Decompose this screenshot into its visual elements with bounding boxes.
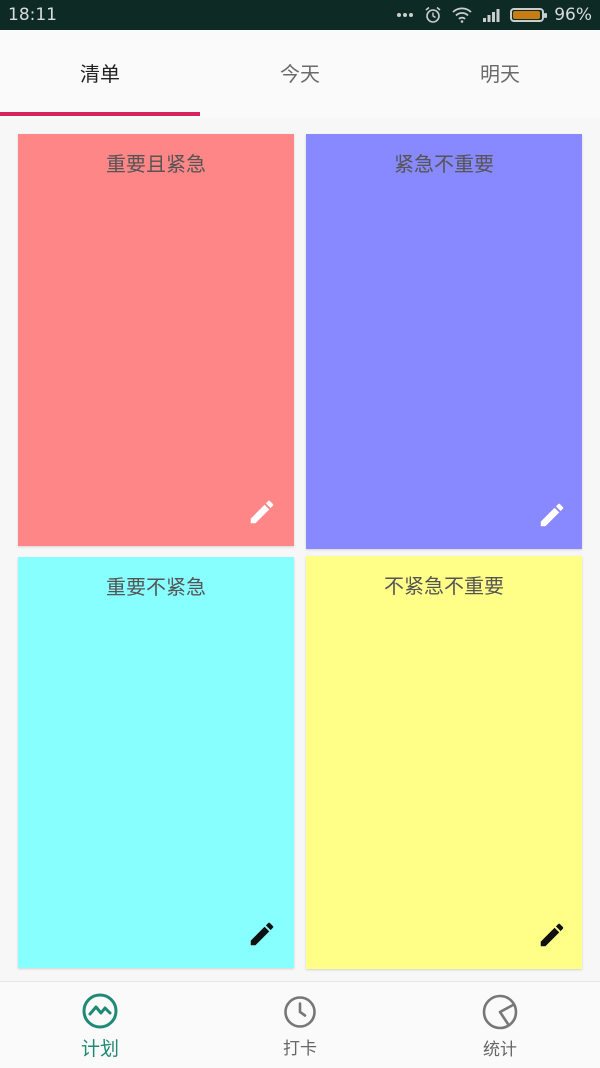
tab-bar: 清单 今天 明天 bbox=[0, 30, 600, 118]
tab-today[interactable]: 今天 bbox=[200, 30, 400, 118]
battery-percent: 96% bbox=[554, 5, 592, 25]
nav-plan-label: 计划 bbox=[80, 1037, 119, 1060]
pencil-icon bbox=[247, 919, 277, 953]
quadrant-urgent-not-important[interactable]: 紧急不重要 bbox=[306, 134, 582, 549]
status-bar: 18:11 96% bbox=[0, 0, 600, 30]
tab-list[interactable]: 清单 bbox=[0, 30, 200, 118]
status-icons: 96% bbox=[396, 5, 592, 25]
bottom-navigation: 计划 打卡 统计 bbox=[0, 981, 600, 1068]
quadrant-title: 重要不紧急 bbox=[106, 575, 206, 599]
edit-button[interactable] bbox=[244, 496, 280, 532]
nav-plan[interactable]: 计划 bbox=[0, 982, 200, 1068]
nav-stats[interactable]: 统计 bbox=[400, 982, 600, 1068]
quadrant-important-not-urgent[interactable]: 重要不紧急 bbox=[18, 557, 294, 968]
wifi-icon bbox=[452, 7, 472, 23]
quadrant-important-urgent[interactable]: 重要且紧急 bbox=[18, 134, 294, 546]
edit-button[interactable] bbox=[534, 919, 570, 955]
nav-checkin-label: 打卡 bbox=[283, 1038, 317, 1059]
alarm-icon bbox=[424, 6, 442, 24]
clock-icon bbox=[282, 994, 318, 1034]
quadrant-title: 紧急不重要 bbox=[394, 152, 494, 176]
quadrant-title: 不紧急不重要 bbox=[384, 574, 504, 598]
edit-button[interactable] bbox=[534, 499, 570, 535]
tab-indicator bbox=[0, 112, 200, 116]
nav-stats-label: 统计 bbox=[483, 1039, 517, 1060]
status-time: 18:11 bbox=[8, 5, 57, 25]
signal-icon bbox=[482, 8, 500, 22]
trend-icon bbox=[81, 992, 119, 1034]
tab-tomorrow[interactable]: 明天 bbox=[400, 30, 600, 118]
quadrant-title: 重要且紧急 bbox=[106, 152, 206, 176]
pencil-icon bbox=[537, 920, 567, 954]
pie-chart-icon bbox=[481, 993, 519, 1035]
battery-icon bbox=[510, 8, 548, 22]
quadrant-not-urgent-not-important[interactable]: 不紧急不重要 bbox=[306, 556, 582, 969]
edit-button[interactable] bbox=[244, 918, 280, 954]
pencil-icon bbox=[247, 497, 277, 531]
more-dots-icon bbox=[396, 12, 414, 18]
pencil-icon bbox=[537, 500, 567, 534]
nav-checkin[interactable]: 打卡 bbox=[200, 982, 400, 1068]
